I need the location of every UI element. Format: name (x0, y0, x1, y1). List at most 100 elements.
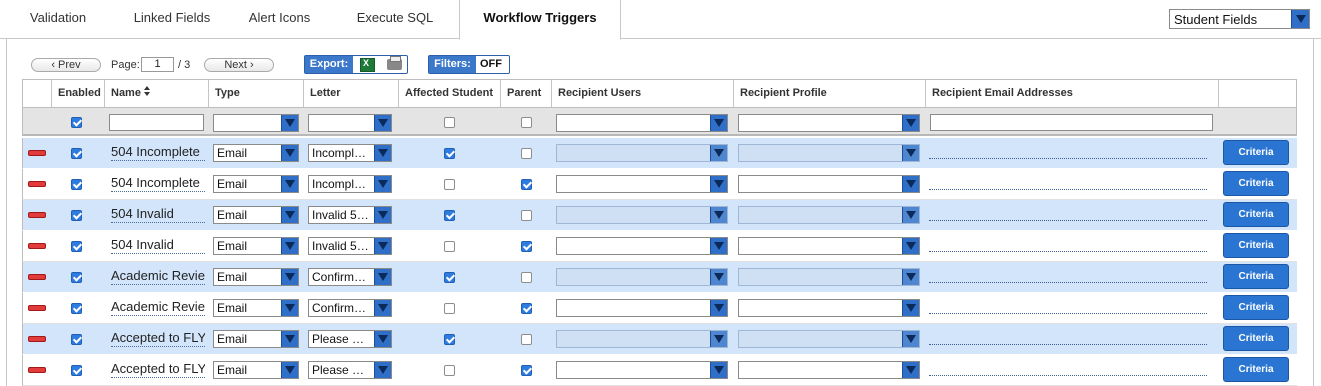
next-page-button[interactable]: Next › (204, 58, 274, 72)
filter-recipient-profile-select[interactable] (738, 114, 920, 132)
letter-select[interactable]: Incompl… (308, 144, 392, 162)
criteria-button[interactable]: Criteria (1223, 171, 1289, 196)
dropdown-arrow-icon[interactable] (374, 362, 391, 378)
recipient-profile-select[interactable] (738, 268, 920, 286)
header-recipient-users[interactable]: Recipient Users (551, 80, 733, 107)
recipient-profile-select[interactable] (738, 175, 920, 193)
letter-select[interactable]: Confirm… (308, 299, 392, 317)
remove-row-icon[interactable] (28, 181, 46, 187)
trigger-name[interactable]: Accepted to FLY (111, 330, 205, 347)
dropdown-arrow-icon[interactable] (902, 145, 919, 161)
recipient-users-select[interactable] (556, 330, 728, 348)
affected-student-checkbox[interactable] (444, 303, 455, 314)
header-parent[interactable]: Parent (500, 80, 551, 107)
criteria-button[interactable]: Criteria (1223, 264, 1289, 289)
enabled-checkbox[interactable] (71, 303, 82, 314)
dropdown-arrow-icon[interactable] (710, 207, 727, 223)
filter-parent-checkbox[interactable] (521, 117, 532, 128)
enabled-checkbox[interactable] (71, 148, 82, 159)
filter-affected-student-checkbox[interactable] (444, 117, 455, 128)
parent-checkbox[interactable] (521, 365, 532, 376)
enabled-checkbox[interactable] (71, 179, 82, 190)
parent-checkbox[interactable] (521, 179, 532, 190)
field-type-select[interactable]: Student Fields (1169, 9, 1310, 29)
dropdown-arrow-icon[interactable] (710, 176, 727, 192)
header-recipient-email[interactable]: Recipient Email Addresses (925, 80, 1218, 107)
dropdown-arrow-icon[interactable] (281, 238, 298, 254)
recipient-profile-select[interactable] (738, 237, 920, 255)
excel-icon[interactable] (360, 58, 375, 72)
letter-select[interactable]: Invalid 5… (308, 206, 392, 224)
header-affected-student[interactable]: Affected Student (398, 80, 500, 107)
recipient-email-field[interactable] (929, 312, 1207, 314)
parent-checkbox[interactable] (521, 241, 532, 252)
dropdown-arrow-icon[interactable] (281, 362, 298, 378)
remove-row-icon[interactable] (28, 212, 46, 218)
dropdown-arrow-icon[interactable] (281, 300, 298, 316)
dropdown-arrow-icon[interactable] (374, 145, 391, 161)
affected-student-checkbox[interactable] (444, 272, 455, 283)
dropdown-arrow-icon[interactable] (374, 300, 391, 316)
criteria-button[interactable]: Criteria (1223, 140, 1289, 165)
dropdown-arrow-icon[interactable] (710, 269, 727, 285)
letter-select[interactable]: Invalid 5… (308, 237, 392, 255)
affected-student-checkbox[interactable] (444, 210, 455, 221)
header-name[interactable]: Name (104, 80, 208, 107)
dropdown-arrow-icon[interactable] (281, 145, 298, 161)
recipient-email-field[interactable] (929, 157, 1207, 159)
parent-checkbox[interactable] (521, 303, 532, 314)
dropdown-arrow-icon[interactable] (902, 176, 919, 192)
recipient-email-field[interactable] (929, 188, 1207, 190)
recipient-email-field[interactable] (929, 250, 1207, 252)
dropdown-arrow-icon[interactable] (710, 331, 727, 347)
remove-row-icon[interactable] (28, 274, 46, 280)
trigger-name[interactable]: 504 Incomplete (111, 175, 205, 192)
enabled-checkbox[interactable] (71, 365, 82, 376)
recipient-email-field[interactable] (929, 281, 1207, 283)
header-type[interactable]: Type (208, 80, 303, 107)
criteria-button[interactable]: Criteria (1223, 326, 1289, 351)
type-select[interactable]: Email (213, 268, 299, 286)
recipient-users-select[interactable] (556, 237, 728, 255)
dropdown-arrow-icon[interactable] (710, 300, 727, 316)
criteria-button[interactable]: Criteria (1223, 233, 1289, 258)
trigger-name[interactable]: Academic Review (111, 268, 205, 285)
criteria-button[interactable]: Criteria (1223, 295, 1289, 320)
recipient-users-select[interactable] (556, 144, 728, 162)
dropdown-arrow-icon[interactable] (374, 269, 391, 285)
parent-checkbox[interactable] (521, 272, 532, 283)
filter-enabled-checkbox[interactable] (71, 117, 82, 128)
dropdown-arrow-icon[interactable] (902, 362, 919, 378)
parent-checkbox[interactable] (521, 334, 532, 345)
filter-type-select[interactable] (213, 114, 299, 132)
recipient-users-select[interactable] (556, 268, 728, 286)
recipient-email-field[interactable] (929, 374, 1207, 376)
recipient-profile-select[interactable] (738, 144, 920, 162)
recipient-users-select[interactable] (556, 361, 728, 379)
dropdown-arrow-icon[interactable] (374, 331, 391, 347)
dropdown-arrow-icon[interactable] (710, 115, 727, 131)
criteria-button[interactable]: Criteria (1223, 357, 1289, 382)
affected-student-checkbox[interactable] (444, 148, 455, 159)
dropdown-arrow-icon[interactable] (281, 207, 298, 223)
enabled-checkbox[interactable] (71, 241, 82, 252)
sort-icon[interactable] (143, 86, 150, 98)
affected-student-checkbox[interactable] (444, 334, 455, 345)
header-recipient-profile[interactable]: Recipient Profile (733, 80, 925, 107)
dropdown-arrow-icon[interactable] (374, 238, 391, 254)
recipient-email-field[interactable] (929, 219, 1207, 221)
trigger-name[interactable]: Accepted to FLY (111, 361, 205, 378)
trigger-name[interactable]: Academic Review (111, 299, 205, 316)
header-letter[interactable]: Letter (303, 80, 398, 107)
prev-page-button[interactable]: ‹ Prev (31, 58, 101, 72)
trigger-name[interactable]: 504 Invalid (111, 237, 205, 254)
enabled-checkbox[interactable] (71, 272, 82, 283)
remove-row-icon[interactable] (28, 336, 46, 342)
dropdown-arrow-icon[interactable] (902, 207, 919, 223)
filters-toggle[interactable]: Filters: OFF (428, 55, 510, 74)
recipient-users-select[interactable] (556, 299, 728, 317)
letter-select[interactable]: Please … (308, 361, 392, 379)
enabled-checkbox[interactable] (71, 210, 82, 221)
type-select[interactable]: Email (213, 144, 299, 162)
dropdown-arrow-icon[interactable] (902, 269, 919, 285)
